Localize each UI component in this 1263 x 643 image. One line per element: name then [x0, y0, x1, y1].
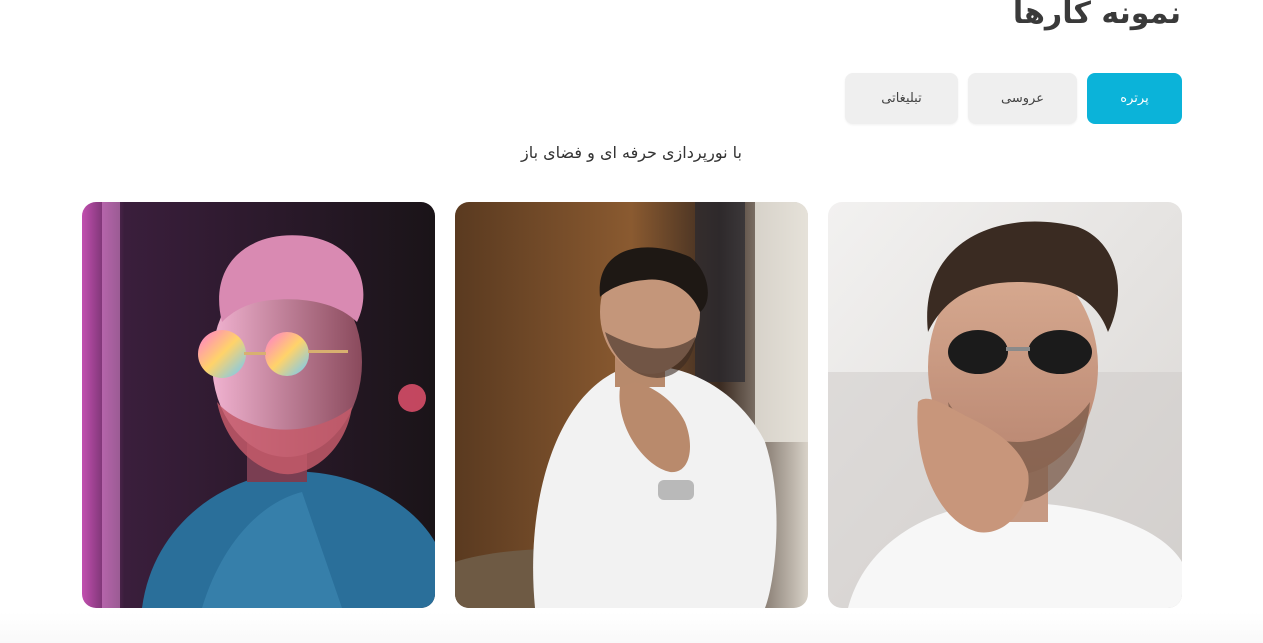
- tab-advertising[interactable]: تبلیغاتی: [845, 73, 958, 124]
- portfolio-photo-sunglasses-man[interactable]: [828, 202, 1182, 608]
- portfolio-photo-thinking-man[interactable]: [455, 202, 808, 608]
- tab-wedding[interactable]: عروسی: [968, 73, 1077, 124]
- portfolio-photo-neon-man[interactable]: [82, 202, 435, 608]
- portrait-image: [82, 202, 435, 608]
- portrait-image: [828, 202, 1182, 608]
- tab-portrait[interactable]: پرتره: [1087, 73, 1182, 124]
- portfolio-section: نمونه کارها پرتره عروسی تبلیغاتی با نورپ…: [0, 0, 1263, 643]
- category-tabs: پرتره عروسی تبلیغاتی: [845, 73, 1182, 124]
- section-title: نمونه کارها: [1012, 0, 1181, 31]
- portrait-image: [455, 202, 808, 608]
- section-subtitle: با نورپردازی حرفه ای و فضای باز: [520, 143, 742, 162]
- section-bottom-fade: [0, 612, 1263, 643]
